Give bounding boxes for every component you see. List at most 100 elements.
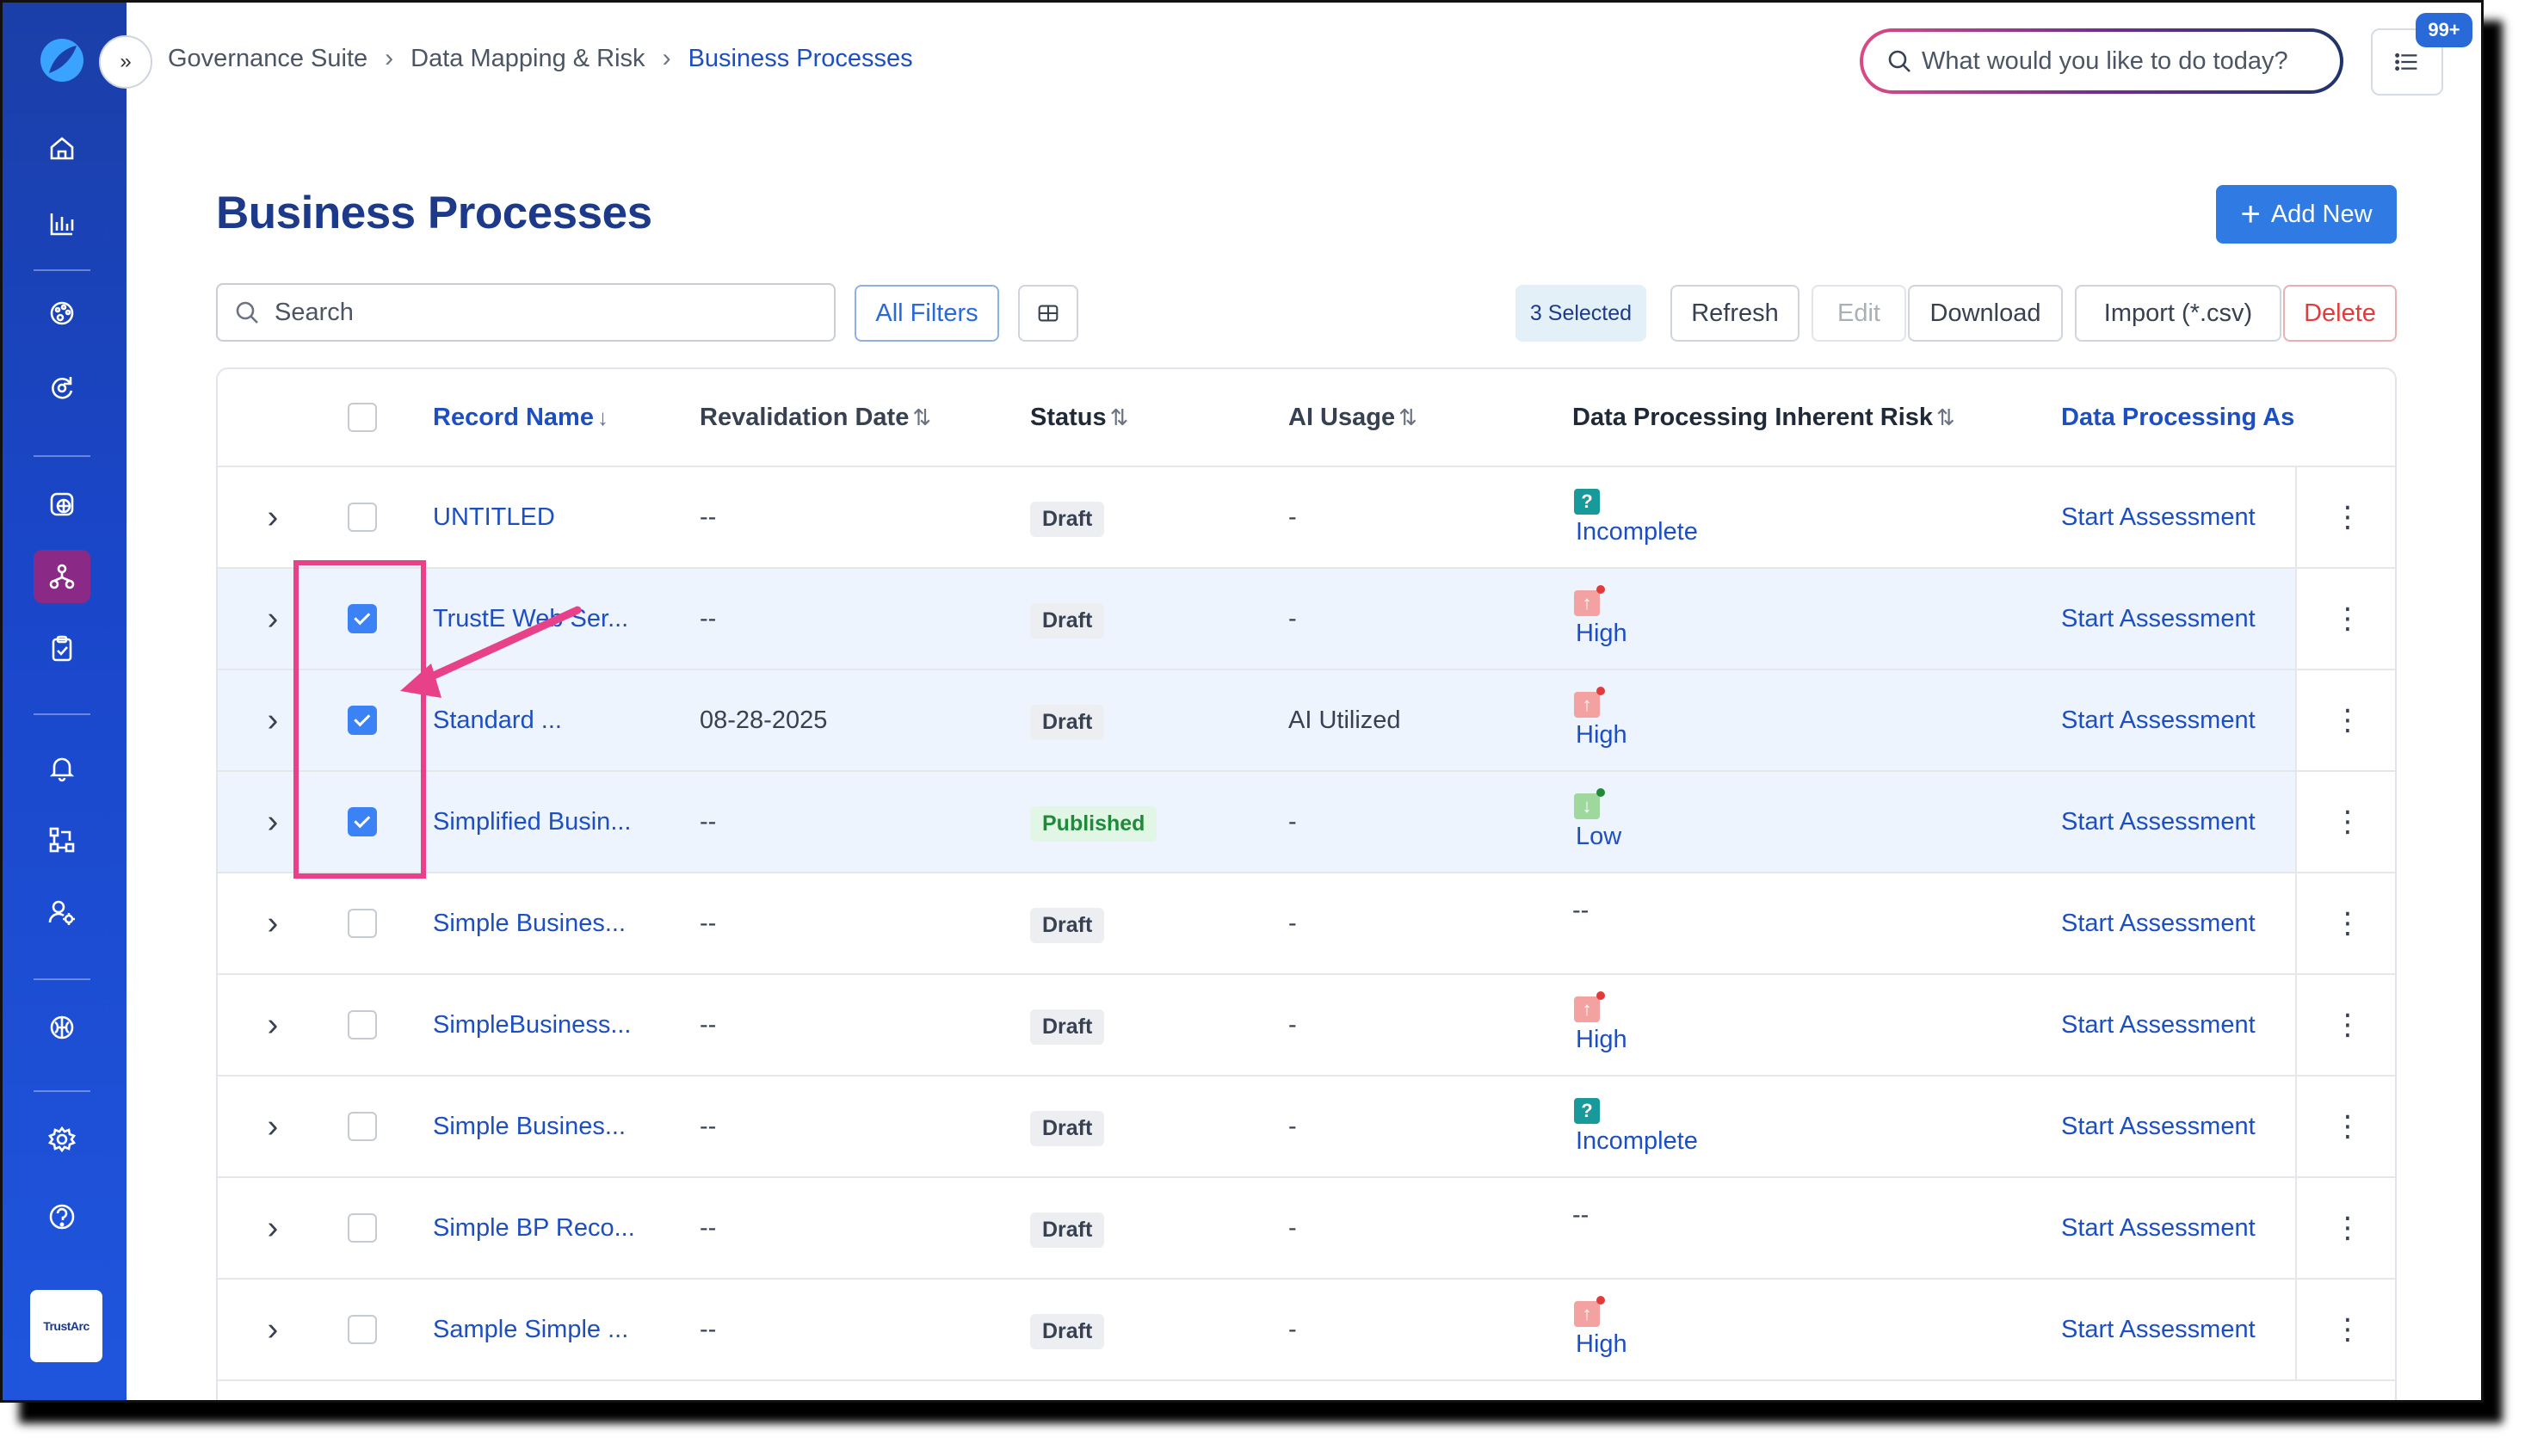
risk-indicator[interactable]: ↑ High: [1572, 990, 1627, 1054]
row-actions-button[interactable]: ⋮: [2295, 1280, 2395, 1379]
sidebar-bell-icon[interactable]: [34, 741, 90, 794]
start-assessment-link[interactable]: Start Assessment: [2061, 975, 2319, 1075]
sidebar-globe-grid-icon[interactable]: [34, 478, 90, 531]
row-actions-button[interactable]: ⋮: [2295, 873, 2395, 973]
table-row[interactable]: › Simple Busines... -- Draft - -- Start Assess…: [218, 873, 2395, 975]
all-filters-button[interactable]: All Filters: [855, 285, 999, 342]
column-header-ai-usage[interactable]: AI Usage ⇅: [1288, 369, 1546, 466]
risk-label[interactable]: Incomplete: [1576, 518, 1698, 546]
expand-row-button[interactable]: ›: [256, 1077, 290, 1176]
row-checkbox[interactable]: [348, 807, 377, 836]
risk-indicator[interactable]: ? Incomplete: [1572, 488, 1698, 546]
sidebar-org-chart-icon[interactable]: [34, 550, 90, 603]
expand-row-button[interactable]: ›: [256, 670, 290, 770]
expand-row-button[interactable]: ›: [256, 467, 290, 567]
column-header-record-name[interactable]: Record Name ↓: [433, 369, 691, 466]
row-actions-button[interactable]: ⋮: [2295, 975, 2395, 1075]
row-checkbox[interactable]: [348, 1010, 377, 1040]
risk-label[interactable]: High: [1576, 1330, 1627, 1359]
start-assessment-link[interactable]: Start Assessment: [2061, 467, 2319, 567]
sidebar-user-gear-icon[interactable]: [34, 885, 90, 939]
start-assessment-link[interactable]: Start Assessment: [2061, 1280, 2319, 1379]
sidebar-palette-icon[interactable]: [34, 287, 90, 340]
expand-row-button[interactable]: ›: [256, 975, 290, 1075]
table-row[interactable]: › Standard ... 08-28-2025 Draft AI Utilized ↑…: [218, 670, 2395, 772]
record-name-link[interactable]: Simple Busines...: [433, 1077, 691, 1176]
table-search-input[interactable]: [275, 298, 808, 327]
row-actions-button[interactable]: ⋮: [2295, 772, 2395, 872]
add-new-button[interactable]: + Add New: [2216, 185, 2397, 244]
table-row[interactable]: › Simple BP Reco... -- Draft - -- Start Assess…: [218, 1178, 2395, 1280]
start-assessment-link[interactable]: Start Assessment: [2061, 1178, 2319, 1278]
row-checkbox[interactable]: [348, 1213, 377, 1243]
select-all-checkbox[interactable]: [348, 403, 377, 432]
risk-indicator[interactable]: ↑ High: [1572, 686, 1627, 750]
row-actions-button[interactable]: ⋮: [2295, 670, 2395, 770]
sidebar-brain-icon[interactable]: [34, 1001, 90, 1054]
start-assessment-link[interactable]: Start Assessment: [2061, 772, 2319, 872]
risk-indicator[interactable]: ? Incomplete: [1572, 1097, 1698, 1156]
sidebar-chart-icon[interactable]: [34, 197, 90, 250]
column-header-assessment[interactable]: Data Processing As:: [2061, 369, 2295, 466]
delete-button[interactable]: Delete: [2283, 285, 2397, 342]
expand-sidebar-button[interactable]: »: [99, 35, 152, 89]
edit-button[interactable]: Edit: [1812, 285, 1906, 342]
row-checkbox[interactable]: [348, 1112, 377, 1141]
breadcrumb-item-data-mapping[interactable]: Data Mapping & Risk: [410, 45, 645, 73]
expand-row-button[interactable]: ›: [256, 873, 290, 973]
risk-indicator[interactable]: ↓ Low: [1572, 787, 1621, 851]
record-name-link[interactable]: Standard ...: [433, 670, 691, 770]
risk-label[interactable]: High: [1576, 721, 1627, 750]
row-checkbox[interactable]: [348, 604, 377, 633]
breadcrumb-item-governance-suite[interactable]: Governance Suite: [168, 45, 367, 73]
download-button[interactable]: Download: [1908, 285, 2063, 342]
table-row[interactable]: › Simplified Busin... -- Published - ↓ Low Star…: [218, 772, 2395, 873]
row-checkbox[interactable]: [348, 909, 377, 938]
expand-row-button[interactable]: ›: [256, 569, 290, 669]
row-checkbox[interactable]: [348, 1315, 377, 1344]
risk-label[interactable]: High: [1576, 620, 1627, 648]
row-actions-button[interactable]: ⋮: [2295, 1077, 2395, 1176]
record-name-link[interactable]: Simple BP Reco...: [433, 1178, 691, 1278]
record-name-link[interactable]: SimpleBusiness...: [433, 975, 691, 1075]
record-name-link[interactable]: TrustE Web Ser...: [433, 569, 691, 669]
table-row[interactable]: › Simple Busines... -- Draft -? Incomplete Sta…: [218, 1077, 2395, 1178]
import-csv-button[interactable]: Import (*.csv): [2075, 285, 2281, 342]
refresh-button[interactable]: Refresh: [1670, 285, 1799, 342]
risk-label[interactable]: Low: [1576, 823, 1621, 851]
record-name-link[interactable]: Simple Busines...: [433, 873, 691, 973]
table-row[interactable]: › TrustE Web Ser... -- Draft - ↑ High Start Ass…: [218, 569, 2395, 670]
record-name-link[interactable]: Sample Simple ...: [433, 1280, 691, 1379]
row-checkbox[interactable]: [348, 503, 377, 532]
sidebar-refresh-shield-icon[interactable]: [34, 361, 90, 414]
expand-row-button[interactable]: ›: [256, 1280, 290, 1379]
column-layout-button[interactable]: [1018, 285, 1078, 342]
row-actions-button[interactable]: ⋮: [2295, 1178, 2395, 1278]
row-actions-button[interactable]: ⋮: [2295, 467, 2395, 567]
start-assessment-link[interactable]: Start Assessment: [2061, 569, 2319, 669]
sidebar-clipboard-check-icon[interactable]: [34, 622, 90, 676]
start-assessment-link[interactable]: Start Assessment: [2061, 873, 2319, 973]
sidebar-gear-icon[interactable]: [34, 1113, 90, 1166]
app-logo-icon[interactable]: [39, 37, 85, 83]
row-actions-button[interactable]: ⋮: [2295, 569, 2395, 669]
table-row[interactable]: › Sample Simple ... -- Draft - ↑ High Start Ass…: [218, 1280, 2395, 1381]
row-checkbox[interactable]: [348, 706, 377, 735]
record-name-link[interactable]: UNTITLED: [433, 467, 691, 567]
global-search-input[interactable]: [1922, 46, 2300, 76]
start-assessment-link[interactable]: Start Assessment: [2061, 670, 2319, 770]
expand-row-button[interactable]: ›: [256, 1178, 290, 1278]
column-header-revalidation-date[interactable]: Revalidation Date ⇅: [700, 369, 1009, 466]
risk-indicator[interactable]: ↑ High: [1572, 584, 1627, 648]
column-header-inherent-risk[interactable]: Data Processing Inherent Risk ⇅: [1572, 369, 2003, 466]
sidebar-home-icon[interactable]: [34, 121, 90, 175]
risk-indicator[interactable]: ↑ High: [1572, 1295, 1627, 1359]
record-name-link[interactable]: Simplified Busin...: [433, 772, 691, 872]
sidebar-flow-icon[interactable]: [34, 813, 90, 867]
column-header-status[interactable]: Status ⇅: [1030, 369, 1254, 466]
risk-label[interactable]: Incomplete: [1576, 1127, 1698, 1156]
risk-label[interactable]: High: [1576, 1026, 1627, 1054]
global-search-bar[interactable]: [1860, 28, 2343, 94]
expand-row-button[interactable]: ›: [256, 772, 290, 872]
start-assessment-link[interactable]: Start Assessment: [2061, 1077, 2319, 1176]
